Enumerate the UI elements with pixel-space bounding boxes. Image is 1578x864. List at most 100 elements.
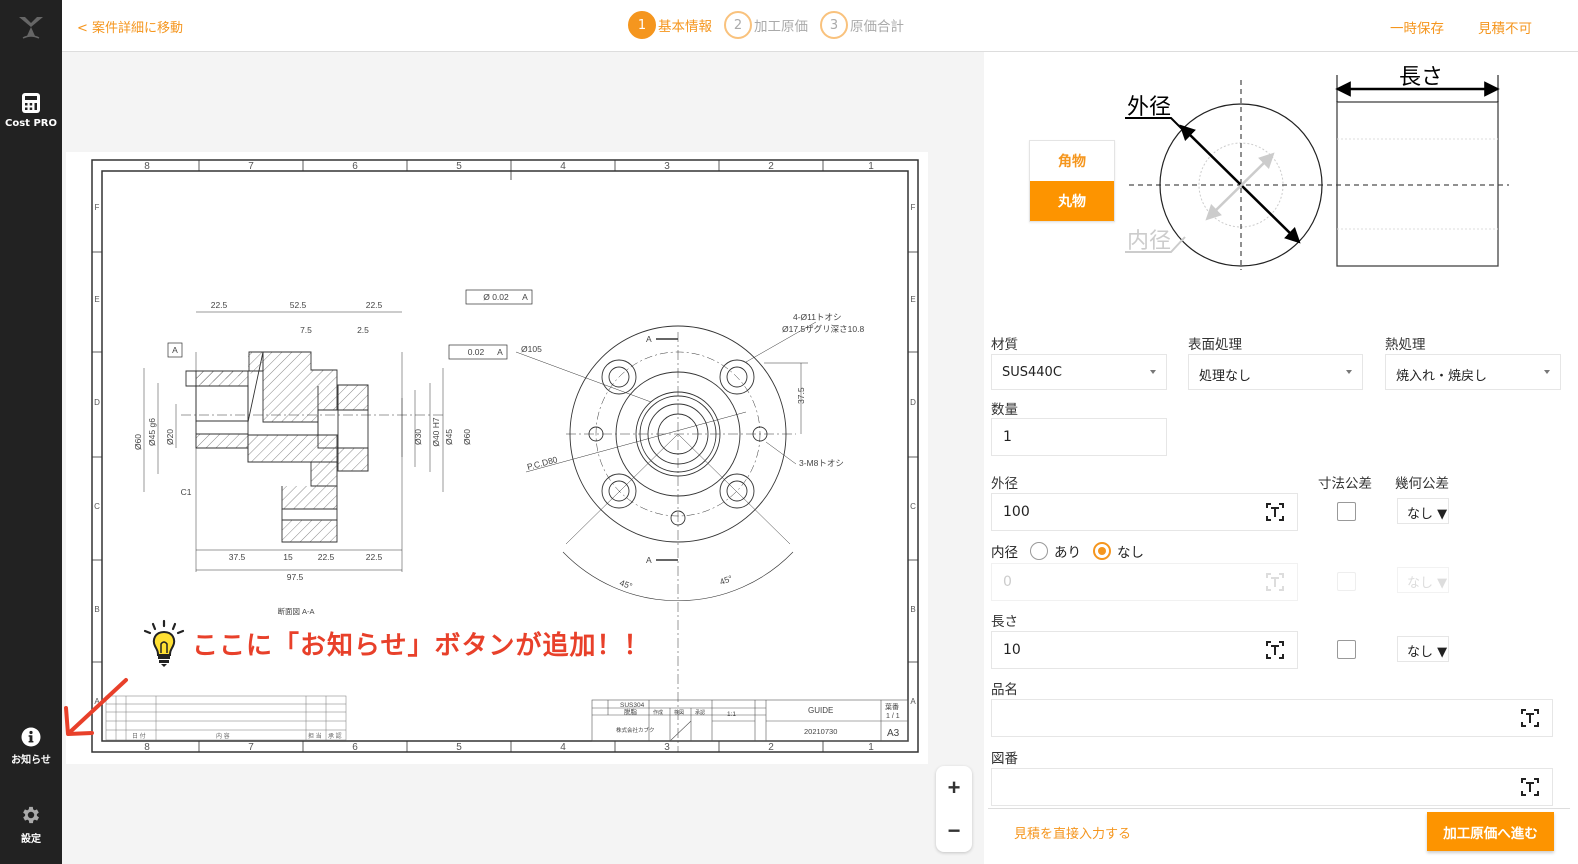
drawing-number-input[interactable]	[991, 768, 1553, 806]
surface-treatment-value: 処理なし	[1199, 369, 1252, 384]
lightbulb-icon	[143, 619, 185, 667]
step-basic-info[interactable]: 1 基本情報	[628, 11, 712, 39]
quantity-input[interactable]: 1	[991, 418, 1167, 456]
frame-label: 1	[868, 742, 874, 753]
frame-label: 6	[352, 742, 358, 753]
svg-text:Ø45: Ø45	[444, 429, 454, 445]
step-processing-cost[interactable]: 2 加工原価	[724, 11, 808, 39]
svg-text:Ø17.5ザグリ深さ10.8: Ø17.5ザグリ深さ10.8	[782, 324, 864, 334]
step-number: 1	[628, 11, 656, 39]
svg-text:P.C.D80: P.C.D80	[526, 454, 559, 472]
sidebar: Cost PRO お知らせ 設定	[0, 0, 62, 864]
step-cost-total[interactable]: 3 原価合計	[820, 11, 904, 39]
svg-text:日 付: 日 付	[132, 732, 146, 740]
zoom-controls: + −	[936, 766, 972, 852]
caret-down-icon	[1544, 370, 1550, 374]
inner-diameter-geometric-select: なし ▼	[1397, 567, 1449, 593]
frame-label: 2	[768, 742, 774, 753]
frame-label: 2	[768, 161, 774, 172]
sidebar-item-label: Cost PRO	[5, 118, 57, 129]
front-view	[515, 321, 817, 752]
svg-text:A: A	[497, 347, 503, 357]
material-select[interactable]: SUS440C	[991, 354, 1167, 390]
caret-down-icon	[1150, 370, 1156, 374]
step-number: 2	[724, 11, 752, 39]
inner-diameter-value: 0	[1003, 574, 1012, 590]
svg-text:SUS304: SUS304	[620, 702, 645, 709]
zoom-in-button[interactable]: +	[936, 766, 972, 809]
svg-text:22.5: 22.5	[366, 552, 383, 562]
text-scan-icon[interactable]	[1520, 708, 1540, 728]
inner-diameter-label: 内径	[991, 545, 1018, 561]
svg-text:A3: A3	[887, 728, 900, 739]
length-geometric-select[interactable]: なし ▼	[1397, 636, 1449, 662]
frame-label: B	[910, 605, 915, 614]
diagram-label-length: 長さ	[1399, 64, 1443, 89]
frame-label: C	[910, 502, 916, 511]
inner-diameter-input: 0	[991, 563, 1298, 601]
surface-treatment-select[interactable]: 処理なし	[1188, 354, 1363, 390]
outer-diameter-tolerance-checkbox[interactable]	[1337, 502, 1356, 521]
quote-unavailable-button[interactable]: 見積不可	[1478, 17, 1532, 37]
outer-diameter-input[interactable]: 100	[991, 493, 1298, 531]
annotation-arrow-icon	[64, 678, 128, 736]
svg-text:22.5: 22.5	[366, 300, 383, 310]
heat-treatment-select[interactable]: 焼入れ・焼戻し	[1385, 354, 1561, 390]
back-to-project-link[interactable]: < 案件詳細に移動	[77, 17, 183, 36]
svg-text:Ø105: Ø105	[521, 344, 542, 354]
frame-label: 8	[144, 742, 150, 753]
length-label: 長さ	[991, 614, 1018, 630]
part-name-input[interactable]	[991, 699, 1553, 737]
section-view	[143, 289, 533, 572]
length-tolerance-checkbox[interactable]	[1337, 640, 1356, 659]
svg-text:Ø60: Ø60	[133, 434, 143, 450]
zoom-out-button[interactable]: −	[936, 809, 972, 852]
inner-diameter-radio-group: 内径 あり なし	[991, 541, 1144, 561]
frame-label: 3	[664, 742, 670, 753]
frame-label: E	[910, 295, 915, 304]
shape-option-square[interactable]: 角物	[1030, 141, 1114, 181]
length-input[interactable]: 10	[991, 631, 1298, 669]
frame-label: A	[910, 697, 916, 706]
svg-text:15: 15	[283, 552, 293, 562]
material-value: SUS440C	[1002, 365, 1062, 380]
step-label: 加工原価	[754, 19, 808, 35]
svg-text:0.02: 0.02	[468, 347, 485, 357]
svg-text:1 / 1: 1 / 1	[886, 713, 900, 720]
svg-text:脱脂: 脱脂	[624, 707, 638, 716]
text-scan-icon[interactable]	[1265, 640, 1285, 660]
text-scan-icon[interactable]	[1520, 777, 1540, 797]
front-view-notes: Ø105 4-Ø11トオシ Ø17.5ザグリ深さ10.8 37.5 P.C.D8…	[521, 312, 864, 591]
logo-icon[interactable]	[17, 14, 45, 40]
sidebar-item-settings[interactable]: 設定	[0, 804, 62, 845]
svg-text:2.5: 2.5	[357, 325, 369, 335]
frame-label: 8	[144, 161, 150, 172]
svg-text:内 容: 内 容	[216, 732, 230, 740]
outer-diameter-geometric-select[interactable]: なし ▼	[1397, 498, 1449, 524]
sidebar-item-cost-pro[interactable]: Cost PRO	[0, 92, 62, 129]
drawing-viewer[interactable]: 87654321 87654321 FEDCBA FEDCBA 22.5 52.…	[62, 52, 984, 864]
stepper: 1 基本情報 2 加工原価 3 原価合計	[628, 11, 916, 39]
frame-label: D	[94, 398, 100, 407]
svg-text:A: A	[172, 345, 178, 355]
inner-diameter-radio-no[interactable]	[1093, 542, 1111, 560]
inner-diameter-radio-yes[interactable]	[1030, 542, 1048, 560]
direct-input-link[interactable]: 見積を直接入力する	[1014, 823, 1131, 842]
sidebar-item-notifications[interactable]: お知らせ	[0, 727, 62, 766]
geometric-tolerance-header: 幾何公差	[1395, 476, 1449, 492]
diagram-label-outer: 外径	[1127, 94, 1171, 119]
temp-save-button[interactable]: 一時保存	[1390, 17, 1444, 37]
next-processing-cost-button[interactable]: 加工原価へ進む	[1427, 812, 1554, 851]
svg-text:3-M8トオシ: 3-M8トオシ	[799, 458, 844, 468]
svg-text:Ø 0.02: Ø 0.02	[483, 292, 509, 302]
step-number: 3	[820, 11, 848, 39]
svg-text:断面図 A-A: 断面図 A-A	[277, 606, 314, 616]
sidebar-item-label: お知らせ	[11, 755, 51, 766]
text-scan-icon[interactable]	[1265, 502, 1285, 522]
length-value: 10	[1003, 642, 1021, 658]
technical-drawing: 87654321 87654321 FEDCBA FEDCBA 22.5 52.…	[66, 152, 928, 764]
shape-option-round[interactable]: 丸物	[1030, 181, 1114, 221]
basic-info-panel: 角物 丸物 外径 内径 長さ 材質 SUS440C 表面処理 処理なし 熱処理 …	[984, 52, 1578, 864]
frame-label: D	[910, 398, 916, 407]
frame-label: 5	[456, 161, 462, 172]
